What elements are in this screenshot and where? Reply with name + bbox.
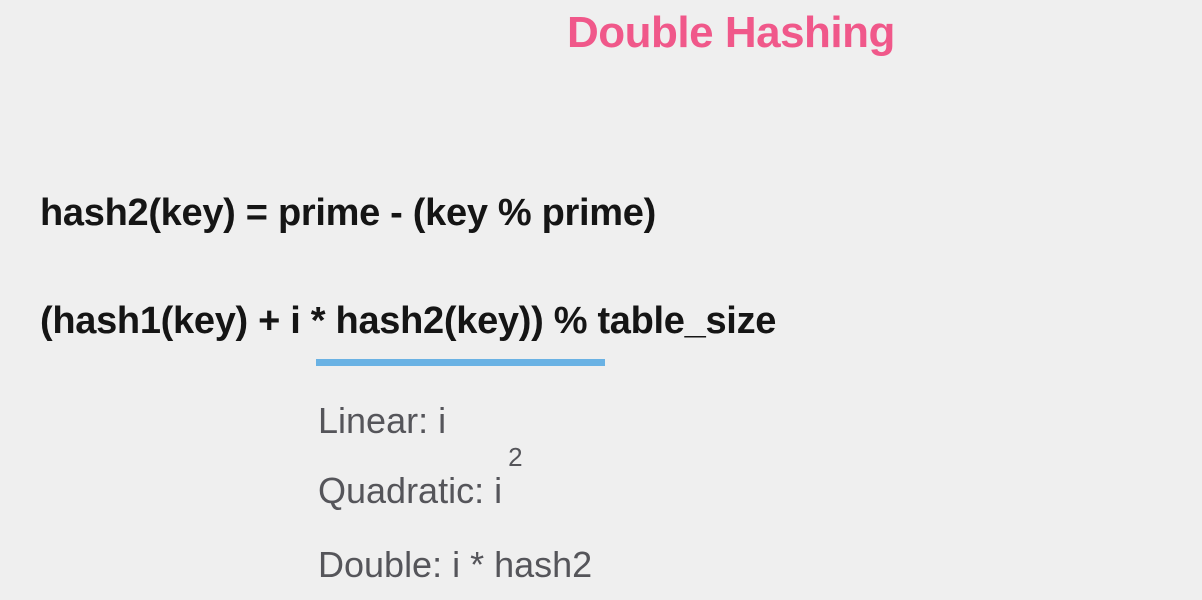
slide-title: Double Hashing xyxy=(567,8,895,57)
quadratic-probe-base-wrap: Quadratic: i 2 xyxy=(318,442,523,512)
quadratic-probe-item: Quadratic: i 2 xyxy=(318,442,523,512)
probe-term-underline xyxy=(316,359,605,366)
double-probe-item: Double: i * hash2 xyxy=(318,544,593,585)
quadratic-probe-base: Quadratic: i xyxy=(318,470,503,511)
probe-formula: (hash1(key) + i * hash2(key)) % table_si… xyxy=(40,300,777,342)
linear-probe-item: Linear: i xyxy=(318,400,447,441)
hash2-formula: hash2(key) = prime - (key % prime) xyxy=(40,192,656,234)
slide: { "slide": { "title": "Double Hashing", … xyxy=(0,0,1202,600)
quadratic-probe-exponent: 2 xyxy=(508,442,523,472)
